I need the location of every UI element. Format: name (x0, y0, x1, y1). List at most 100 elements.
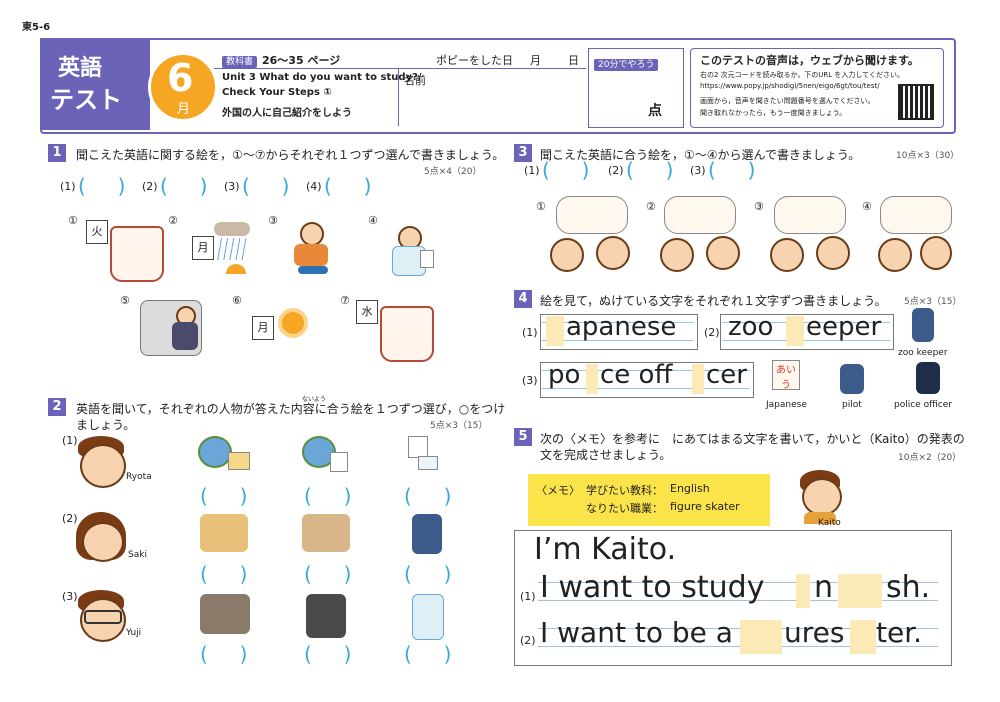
q2-choice-2-2[interactable]: ( ) (304, 562, 351, 586)
q1-number: 1 (48, 144, 66, 162)
q5-sentence-0: I’m Kaito. (534, 532, 677, 567)
q1-blank-1[interactable]: ( ) (78, 174, 125, 198)
q2-points: 5点×3（15） (430, 421, 488, 431)
q1-instruction: 聞こえた英語に関する絵を，①〜⑦からそれぞれ１つずつ選んで書きましょう。 (76, 148, 505, 162)
thought-bubble-sports (774, 196, 846, 234)
sick-boy-legs (298, 266, 328, 274)
apron-icon (380, 306, 434, 362)
memo-row2-label: なりたい職業： (586, 502, 663, 515)
audio-url[interactable]: https://www.popy.jp/shodigi/5nen/eigo/6g… (700, 82, 880, 90)
q3-blank-2[interactable]: ( ) (626, 158, 673, 182)
q2-choice-1-1[interactable]: ( ) (200, 484, 247, 508)
q5-line2-blank-2[interactable] (850, 620, 876, 654)
driver-uniform (172, 322, 198, 350)
q5-line2-blank-1[interactable] (740, 620, 782, 654)
date-day: 日 (568, 54, 579, 67)
textbook-badge: 教科書 (222, 56, 258, 68)
music-sheet-icon (408, 436, 428, 458)
calendar-icon: 火 (86, 220, 108, 244)
score-unit: 点 (648, 103, 662, 119)
unit-subtitle: Check Your Steps ① (222, 87, 332, 98)
caption-zoo-keeper: zoo keeper (898, 348, 948, 358)
q3-blank-label: (1) (524, 164, 540, 177)
q2-instruction-1: 英語を聞いて，それぞれの人物が答えた内容に合う絵を１つずつ選び，○をつけ (76, 402, 506, 416)
audio-line3: 画面から，音声を聞きたい問題番号を選んでください。 (700, 97, 875, 105)
q5-line1-part-c: sh. (886, 570, 931, 605)
glasses-icon (84, 610, 122, 624)
q5-points: 10点×2（20） (898, 453, 962, 463)
q4-item-num: (1) (522, 326, 538, 339)
memo-row1-value: English (670, 482, 710, 495)
q5-line1-blank-2[interactable] (838, 574, 882, 608)
thought-bubble-school (880, 196, 952, 234)
umbrella-icon (226, 264, 246, 274)
q3-blank-3[interactable]: ( ) (708, 158, 755, 182)
child-face (550, 238, 584, 272)
q3-pic-num: ② (646, 200, 656, 213)
child-face (878, 238, 912, 272)
paint-easel-icon (330, 452, 348, 472)
q1-pic-num: ① (68, 214, 78, 227)
q3-blank-1[interactable]: ( ) (542, 158, 589, 182)
q1-blank-3[interactable]: ( ) (242, 174, 289, 198)
q4-number: 4 (514, 290, 532, 308)
q4-blank-3b[interactable] (692, 364, 704, 394)
qr-code-icon[interactable] (898, 84, 934, 120)
q4-word-2a: zoo (728, 312, 774, 342)
q2-choice-3-2[interactable]: ( ) (304, 642, 351, 666)
q2-choice-1-3[interactable]: ( ) (404, 484, 451, 508)
rain-cloud-icon (214, 222, 250, 236)
q1-blank-4[interactable]: ( ) (324, 174, 371, 198)
q4-word-3b: ce off (600, 360, 673, 390)
q4-word-3c: cer (706, 360, 747, 390)
q2-choice-3-1[interactable]: ( ) (200, 642, 247, 666)
q2-choice-2-1[interactable]: ( ) (200, 562, 247, 586)
carpenter-icon (302, 514, 350, 552)
q1-pic-num: ⑤ (120, 294, 130, 307)
q1-blank-2[interactable]: ( ) (160, 174, 207, 198)
q4-item-num: (2) (704, 326, 720, 339)
q4-word-2b: eeper (806, 312, 882, 342)
flight-attendant-icon (412, 514, 442, 554)
q5-instruction-2: 文を完成させましょう。 (540, 448, 672, 462)
q3-blank-label: (3) (690, 164, 706, 177)
q5-line1-blank-1[interactable] (796, 574, 810, 608)
q3-pic-num: ④ (862, 200, 872, 213)
q4-blank-3a[interactable] (586, 364, 598, 394)
q1-blank-label: (2) (142, 180, 158, 193)
q4-word-1: apanese (566, 312, 677, 342)
q1-blank-label: (3) (224, 180, 240, 193)
q1-answer-row: (1) ( ) (2) ( ) (3) ( ) (4) ( ) (60, 174, 480, 198)
yuji-name: Yuji (126, 628, 142, 638)
audio-title: このテストの音声は，ウェブから聞けます。 (700, 54, 919, 67)
pilot-icon (840, 364, 864, 394)
memo-row2-value: figure skater (670, 500, 740, 513)
q4-blank-1[interactable] (546, 316, 564, 346)
rain-icon (216, 238, 248, 260)
memo-label: 〈メモ〉 (536, 484, 580, 497)
q2-choice-1-2[interactable]: ( ) (304, 484, 351, 508)
caption-pilot: pilot (842, 400, 862, 410)
globe-icon (198, 436, 232, 468)
q2-instruction-2: ましょう。 (76, 418, 136, 432)
textbook-pages: 26〜35 ページ (262, 54, 341, 67)
thought-bubble-books (556, 196, 628, 234)
japanese-book-icon: あいう (772, 360, 800, 391)
q4-instruction: 絵を見て，ぬけている文字をそれぞれ１文字ずつ書きましょう。 (540, 294, 887, 308)
q2-choice-3-3[interactable]: ( ) (404, 642, 451, 666)
q1-pic-num: ② (168, 214, 178, 227)
ryota-face (80, 444, 126, 488)
beaker-icon (418, 456, 438, 470)
child-face (706, 236, 740, 270)
unit-goal: 外国の人に自己紹介をしよう (222, 108, 352, 119)
child-face (660, 238, 694, 272)
q1-blank-label: (4) (306, 180, 322, 193)
q4-blank-2[interactable] (786, 316, 804, 346)
q2-choice-2-3[interactable]: ( ) (404, 562, 451, 586)
sick-boy-face (300, 222, 324, 246)
q1-pic-num: ③ (268, 214, 278, 227)
q4-points: 5点×3（15） (904, 297, 962, 307)
office-worker-icon (200, 594, 250, 634)
audio-line1: 右の2 次元コードを読み取るか，下のURL を入力してください。 (700, 71, 904, 79)
clipboard-icon (420, 250, 434, 268)
